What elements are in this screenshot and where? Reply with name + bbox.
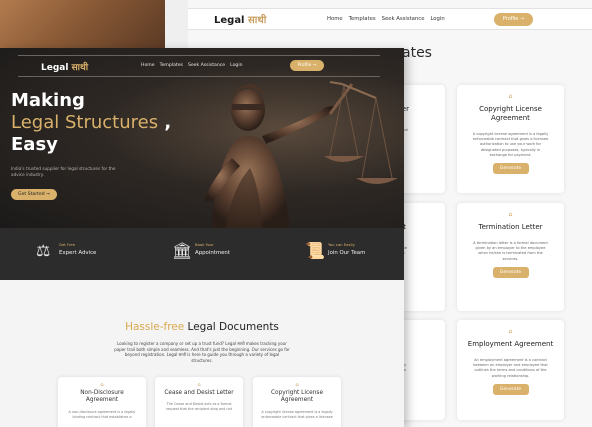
top-navbar: Legal साथी Home Templates Seek Assistanc…	[188, 8, 592, 30]
brand-name: Legal	[214, 15, 245, 26]
document-icon: ⌂	[508, 211, 513, 218]
document-card-desc: The Cease and Desist acts as a formal re…	[166, 402, 232, 412]
nav-seek-assistance[interactable]: Seek Assistance	[188, 63, 225, 68]
document-card[interactable]: ⌂ Copyright License Agreement A copyrigh…	[253, 377, 341, 427]
hero-title-line-3: Easy	[11, 134, 58, 155]
template-card-desc: A termination letter is a formal documen…	[473, 241, 548, 261]
document-card-title: Cease and Desist Letter	[164, 390, 234, 396]
feature-caption: You can Easily	[328, 242, 355, 247]
profile-button-label: Profile	[502, 16, 519, 22]
nav-login[interactable]: Login	[230, 63, 242, 68]
template-card-desc: A copyright license agreement is a legal…	[472, 132, 549, 157]
document-icon: ⌂	[100, 382, 104, 388]
template-card-title: Employment Agreement	[467, 340, 554, 348]
section-title: Hassle-free Legal Documents	[0, 321, 404, 333]
feature-caption: Book Your	[195, 242, 214, 247]
brand-logo[interactable]: Legal साथी	[214, 12, 266, 26]
profile-button-label: Profile	[297, 63, 312, 68]
brand-name: Legal	[41, 63, 69, 73]
template-card: ⌂ Copyright License Agreement A copyrigh…	[457, 85, 564, 193]
nav-seek-assistance[interactable]: Seek Assistance	[382, 16, 425, 22]
generate-button[interactable]: Generate	[492, 266, 529, 278]
section-title-highlight: Hassle-free	[125, 321, 185, 333]
document-card-desc: A non-disclosure agreement is a legally …	[68, 409, 136, 419]
document-icon: ⌂	[197, 382, 201, 388]
hero-title-highlight: Legal Structures	[11, 112, 159, 133]
section-intro: Looking to register a company or set up …	[114, 341, 290, 363]
document-icon: ⌂	[508, 328, 513, 335]
homepage-preview: Legal साथी Home Templates Seek Assistanc…	[0, 48, 404, 427]
nav-home[interactable]: Home	[327, 16, 343, 22]
profile-button[interactable]: Profile →	[494, 13, 533, 26]
nav-login[interactable]: Login	[430, 16, 444, 22]
nav-divider-top	[18, 55, 380, 56]
lawyer-icon: ⚖	[36, 241, 51, 260]
profile-button[interactable]: Profile →	[290, 60, 324, 71]
template-card-title: Termination Letter	[478, 223, 543, 231]
generate-button[interactable]: Generate	[492, 383, 529, 395]
document-icon: ⌂	[295, 382, 299, 388]
document-card-title: Copyright License Agreement	[270, 390, 324, 404]
feature-caption: Get Free	[59, 242, 76, 247]
feature-title: Join Our Team	[328, 250, 366, 256]
hero-title-line-2: Legal Structures ,	[11, 112, 171, 134]
section-title-rest: Legal Documents	[184, 321, 279, 333]
document-card[interactable]: ⌂ Non-Disclosure Agreement A non-disclos…	[58, 377, 146, 427]
template-card-title: Copyright License Agreement	[479, 105, 542, 122]
brand-logo[interactable]: Legal साथी	[41, 60, 88, 73]
template-card: ⌂ Employment Agreement An employment agr…	[457, 320, 564, 420]
hero-section: Legal साथी Home Templates Seek Assistanc…	[0, 48, 404, 228]
courthouse-icon: 🏛	[172, 241, 193, 260]
nav-divider-bottom	[18, 76, 380, 77]
features-bar: ⚖ Get Free Expert Advice 🏛 Book Your App…	[0, 228, 404, 280]
nav-home[interactable]: Home	[141, 63, 155, 68]
nav-templates[interactable]: Templates	[160, 63, 183, 68]
hero-title-comma: ,	[158, 112, 172, 133]
lady-justice-statue-image	[204, 81, 398, 228]
hero-image-corner	[0, 0, 165, 48]
document-card-title: Non-Disclosure Agreement	[80, 390, 124, 404]
document-scroll-icon: 📜	[305, 241, 325, 260]
feature-title: Appointment	[195, 250, 230, 256]
feature-title: Expert Advice	[59, 250, 97, 256]
hero-subtitle: India's trusted supplier for legal struc…	[11, 166, 116, 177]
document-icon: ⌂	[508, 93, 513, 100]
template-card: ⌂ Termination Letter A termination lette…	[457, 203, 564, 311]
document-card[interactable]: ⌂ Cease and Desist Letter The Cease and …	[155, 377, 243, 427]
nav-links: Home Templates Seek Assistance Login	[141, 63, 243, 68]
templates-heading: ates	[402, 45, 432, 61]
hero-title-line-1: Making	[11, 90, 85, 111]
template-card-desc: An employment agreement is a contract be…	[473, 358, 548, 378]
document-card-desc: A copyright license agreement is a legal…	[261, 409, 333, 419]
generate-button[interactable]: Generate	[492, 163, 529, 175]
nav-links: Home Templates Seek Assistance Login	[327, 16, 445, 22]
nav-templates[interactable]: Templates	[349, 16, 376, 22]
get-started-button[interactable]: Get Started →	[11, 189, 57, 200]
brand-name-hindi: साथी	[247, 15, 267, 26]
brand-name-hindi: साथी	[71, 63, 89, 73]
